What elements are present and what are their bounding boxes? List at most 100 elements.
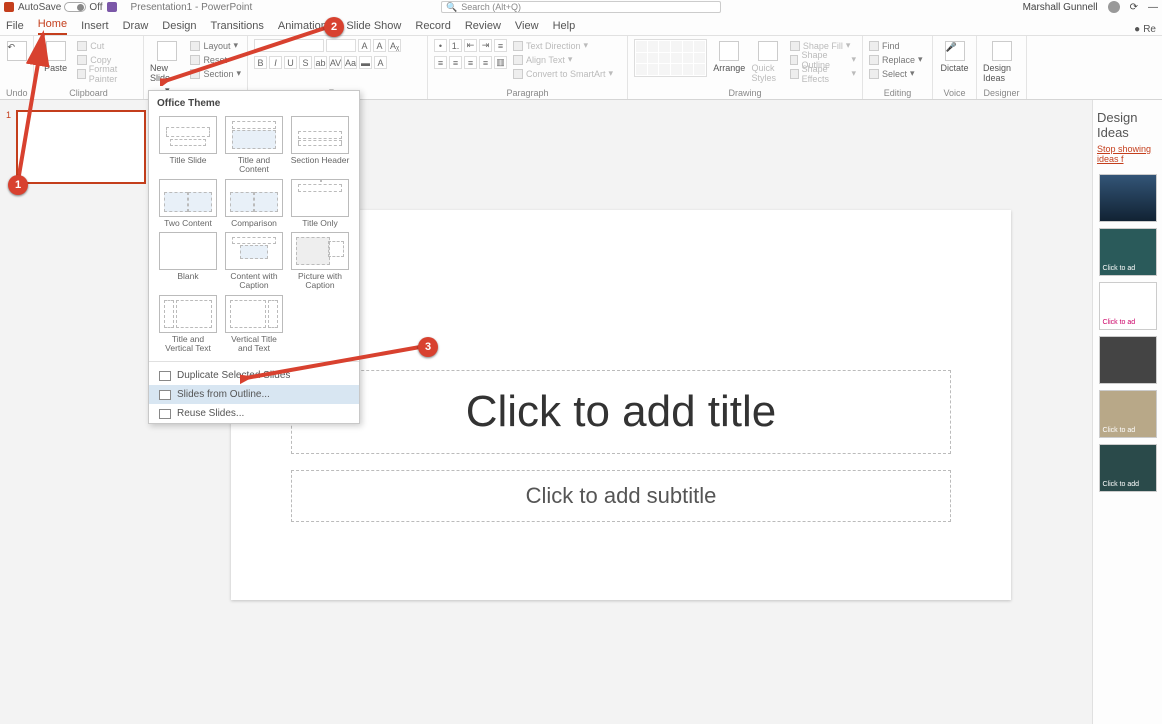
design-idea-thumb[interactable]: Click to ad (1099, 390, 1157, 438)
clear-format-button[interactable]: Aᵪ (388, 39, 401, 52)
reopen-button[interactable]: ● Re (1134, 24, 1156, 35)
layout-button[interactable]: Layout ▾ (190, 39, 241, 52)
slide-thumbnail-1[interactable] (16, 110, 146, 184)
font-size-select[interactable] (326, 39, 356, 52)
design-idea-thumb[interactable]: Click to ad (1099, 228, 1157, 276)
tab-file[interactable]: File (6, 17, 24, 35)
tab-design[interactable]: Design (162, 17, 196, 35)
dictate-button[interactable]: 🎤Dictate (939, 39, 970, 73)
layout-title-vertical-text[interactable]: Title and Vertical Text (157, 295, 219, 354)
new-slide-icon (157, 41, 177, 61)
line-spacing-button[interactable]: ≡ (494, 39, 507, 52)
align-right-button[interactable]: ≡ (464, 56, 477, 69)
duplicate-slides-item[interactable]: Duplicate Selected Slides (149, 366, 359, 385)
format-painter-button[interactable]: Format Painter (77, 67, 137, 80)
reuse-slides-item[interactable]: Reuse Slides... (149, 404, 359, 423)
avatar[interactable] (1108, 1, 1120, 13)
layout-blank[interactable]: Blank (157, 232, 219, 291)
outline-icon (790, 55, 799, 65)
tab-draw[interactable]: Draw (123, 17, 149, 35)
layout-vertical-title-text[interactable]: Vertical Title and Text (223, 295, 285, 354)
columns-button[interactable]: ▥ (494, 56, 507, 69)
convert-smartart-button[interactable]: Convert to SmartArt ▾ (513, 67, 613, 80)
undo-button[interactable]: ↶ (6, 39, 27, 61)
justify-button[interactable]: ≡ (479, 56, 492, 69)
align-text-icon (513, 55, 523, 65)
group-editing-label: Editing (869, 87, 926, 98)
shapes-gallery[interactable] (634, 39, 707, 77)
window-min-icon[interactable]: — (1148, 2, 1158, 13)
layout-icon (190, 41, 200, 51)
indent-inc-button[interactable]: ⇥ (479, 39, 492, 52)
slides-from-outline-item[interactable]: Slides from Outline... (149, 385, 359, 404)
highlight-button[interactable]: ▬ (359, 56, 372, 69)
find-button[interactable]: Find (869, 39, 923, 52)
quick-styles-button[interactable]: Quick Styles (751, 39, 783, 83)
subtitle-placeholder[interactable]: Click to add subtitle (291, 470, 951, 522)
stop-showing-link[interactable]: Stop showing ideas f (1097, 144, 1158, 164)
autosave-state: Off (89, 2, 102, 13)
cut-button[interactable]: Cut (77, 39, 137, 52)
reuse-icon (159, 409, 171, 419)
layout-title-only[interactable]: Title Only (289, 179, 351, 228)
layout-title-content[interactable]: Title and Content (223, 116, 285, 175)
design-idea-thumb[interactable] (1099, 336, 1157, 384)
align-center-button[interactable]: ≡ (449, 56, 462, 69)
select-button[interactable]: Select ▾ (869, 67, 923, 80)
spacing-button[interactable]: AV (329, 56, 342, 69)
layout-title-slide[interactable]: Title Slide (157, 116, 219, 175)
tab-slideshow[interactable]: Slide Show (346, 17, 401, 35)
tab-home[interactable]: Home (38, 15, 67, 35)
layout-comparison[interactable]: Comparison (223, 179, 285, 228)
layout-section-header[interactable]: Section Header (289, 116, 351, 175)
thumb-index: 1 (6, 110, 11, 120)
increase-font-button[interactable]: A (358, 39, 371, 52)
tab-transitions[interactable]: Transitions (211, 17, 264, 35)
sync-icon[interactable]: ⟳ (1130, 2, 1138, 13)
design-idea-thumb[interactable]: Click to add (1099, 444, 1157, 492)
tab-review[interactable]: Review (465, 17, 501, 35)
font-family-select[interactable] (254, 39, 324, 52)
case-button[interactable]: Aa (344, 56, 357, 69)
replace-button[interactable]: Replace ▾ (869, 53, 923, 66)
autosave-toggle[interactable]: AutoSave Off (18, 2, 103, 13)
strike-button[interactable]: S (299, 56, 312, 69)
cut-icon (77, 41, 87, 51)
bold-button[interactable]: B (254, 56, 267, 69)
title-placeholder[interactable]: Click to add title (291, 370, 951, 454)
search-input[interactable]: 🔍 Search (Alt+Q) (441, 1, 721, 13)
bullets-button[interactable]: • (434, 39, 447, 52)
italic-button[interactable]: I (269, 56, 282, 69)
align-text-button[interactable]: Align Text ▾ (513, 53, 613, 66)
new-slide-button[interactable]: New Slide▾ (150, 39, 184, 96)
paste-button[interactable]: Paste (40, 39, 71, 73)
align-left-button[interactable]: ≡ (434, 56, 447, 69)
user-name[interactable]: Marshall Gunnell (1023, 2, 1098, 13)
text-direction-button[interactable]: Text Direction ▾ (513, 39, 613, 52)
toggle-icon[interactable] (64, 2, 86, 12)
design-idea-thumb[interactable]: Click to ad (1099, 282, 1157, 330)
font-color-button[interactable]: A (374, 56, 387, 69)
decrease-font-button[interactable]: A (373, 39, 386, 52)
layout-content-caption[interactable]: Content with Caption (223, 232, 285, 291)
shadow-button[interactable]: ab (314, 56, 327, 69)
section-button[interactable]: Section ▾ (190, 67, 241, 80)
design-idea-thumb[interactable] (1099, 174, 1157, 222)
layout-two-content[interactable]: Two Content (157, 179, 219, 228)
save-icon[interactable] (107, 2, 117, 12)
new-slide-layout-dropdown: Office Theme Title Slide Title and Conte… (148, 90, 360, 424)
arrange-icon (719, 41, 739, 61)
tab-record[interactable]: Record (415, 17, 450, 35)
design-ideas-button[interactable]: Design Ideas (983, 39, 1020, 83)
underline-button[interactable]: U (284, 56, 297, 69)
numbering-button[interactable]: 1. (449, 39, 462, 52)
layout-picture-caption[interactable]: Picture with Caption (289, 232, 351, 291)
duplicate-icon (159, 371, 171, 381)
reset-button[interactable]: Reset (190, 53, 241, 66)
shape-effects-button[interactable]: Shape Effects ▾ (790, 67, 856, 80)
indent-dec-button[interactable]: ⇤ (464, 39, 477, 52)
arrange-button[interactable]: Arrange (713, 39, 745, 73)
tab-help[interactable]: Help (553, 17, 576, 35)
tab-view[interactable]: View (515, 17, 539, 35)
tab-insert[interactable]: Insert (81, 17, 109, 35)
